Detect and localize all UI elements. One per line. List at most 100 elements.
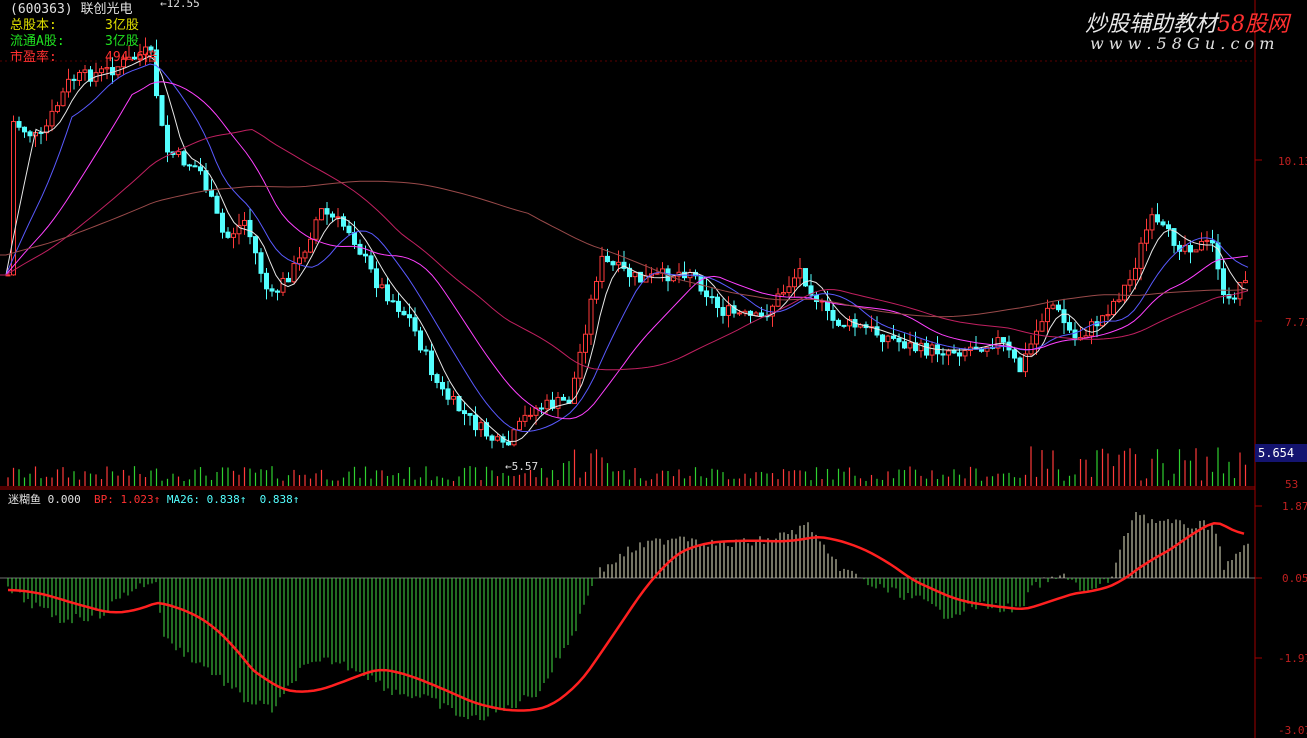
candle-body	[737, 312, 742, 315]
candle-body	[522, 414, 528, 422]
total-shares-value: 3亿股	[105, 18, 139, 33]
candle-body	[1105, 314, 1111, 317]
price-tick-low: 7.71	[1285, 316, 1307, 329]
candle-body	[539, 407, 544, 410]
candle-body	[462, 410, 467, 415]
candle-body	[176, 151, 181, 155]
candle-body	[1111, 300, 1116, 316]
ind-tick-3: -1.97	[1278, 652, 1307, 665]
candle-body	[786, 286, 792, 294]
candle-body	[511, 429, 517, 446]
candle-body	[621, 261, 627, 269]
ma-line-brown	[0, 180, 1249, 318]
candle-body	[841, 324, 847, 327]
candle-body	[324, 208, 330, 215]
ma26-label: MA26:	[166, 493, 200, 506]
candle-body	[517, 420, 522, 431]
candle-body	[1122, 284, 1127, 301]
candle-body	[357, 243, 363, 255]
candle-body	[220, 212, 225, 233]
candle-body	[715, 296, 720, 309]
candle-body	[346, 225, 352, 234]
ind-tick-2: 0.05	[1282, 572, 1307, 585]
candle-body	[544, 399, 550, 410]
candle-body	[198, 166, 203, 172]
candle-body	[632, 271, 638, 278]
candle-body	[247, 219, 253, 238]
candle-body	[55, 105, 60, 112]
candle-body	[1127, 279, 1133, 286]
candle-body	[1056, 304, 1061, 311]
candle-body	[440, 381, 445, 390]
indicator-name: 迷糊鱼	[8, 493, 41, 506]
candle-body	[1166, 224, 1171, 230]
candle-body	[1138, 242, 1144, 269]
candle-body	[1199, 240, 1204, 251]
candle-body	[1017, 357, 1023, 373]
candle-body	[385, 284, 390, 302]
pe-label: 市盈率:	[10, 50, 57, 65]
float-a-value: 3亿股	[105, 34, 139, 49]
pe-value: 494.6倍	[105, 50, 158, 65]
candle-body	[605, 255, 610, 263]
candle-body	[396, 300, 401, 312]
volume-axis-label: 53	[1285, 478, 1299, 491]
candle-body	[836, 319, 841, 326]
stock-chart-window: (600363) 联创光电 总股本: 3亿股 流通A股: 3亿股 市盈率: 49…	[0, 0, 1307, 738]
candle-body	[698, 275, 704, 292]
candle-body	[803, 268, 808, 287]
price-low-marker: ←5.57	[505, 460, 539, 473]
candle-body	[599, 255, 605, 282]
candle-body	[1160, 221, 1166, 226]
candle-body	[885, 335, 891, 343]
candle-body	[478, 422, 484, 431]
candle-body	[929, 344, 935, 356]
candle-body	[258, 252, 264, 274]
candle-body	[264, 272, 269, 290]
candle-body	[979, 348, 984, 352]
price-high-value: 12.55	[166, 0, 200, 10]
candle-body	[1155, 214, 1160, 223]
candle-body	[209, 189, 214, 197]
candle-body	[27, 131, 33, 137]
candle-body	[374, 268, 379, 289]
candle-body	[99, 68, 104, 74]
candle-body	[1188, 245, 1193, 253]
candle-body	[709, 296, 715, 299]
indicator-title: 迷糊鱼 0.000, BP: 1.023↑ MA26: 0.838↑, 0.83…	[8, 493, 306, 506]
candle-body	[335, 216, 341, 219]
stock-code: (600363) 联创光电	[10, 3, 132, 17]
candle-body	[781, 292, 786, 295]
candle-body	[907, 342, 913, 349]
candle-body	[110, 67, 115, 76]
candle-body	[297, 257, 302, 265]
candle-body	[814, 294, 819, 303]
total-shares-label: 总股本:	[10, 18, 57, 33]
candle-body	[1089, 321, 1094, 337]
candle-body	[308, 238, 313, 253]
candle-body	[302, 251, 308, 259]
candle-body	[473, 414, 478, 431]
candle-body	[66, 78, 71, 93]
candle-body	[1061, 309, 1067, 324]
candle-body	[951, 350, 957, 354]
kline-chart[interactable]	[0, 0, 1307, 738]
candle-body	[192, 165, 198, 168]
candle-body	[434, 374, 440, 383]
candle-body	[1243, 280, 1248, 284]
ma-line-white	[0, 55, 1249, 443]
candle-body	[159, 95, 165, 126]
candle-body	[451, 396, 456, 400]
bp-label: BP:	[94, 493, 114, 506]
candle-body	[610, 261, 616, 266]
candle-body	[506, 441, 511, 446]
candle-body	[390, 300, 396, 303]
candle-body	[71, 78, 77, 81]
candle-body	[759, 312, 764, 317]
candle-body	[418, 330, 423, 351]
candle-body	[1045, 307, 1050, 323]
candle-body	[528, 414, 533, 417]
candle-body	[77, 72, 82, 81]
candle-body	[874, 326, 880, 336]
candle-body	[456, 396, 462, 412]
